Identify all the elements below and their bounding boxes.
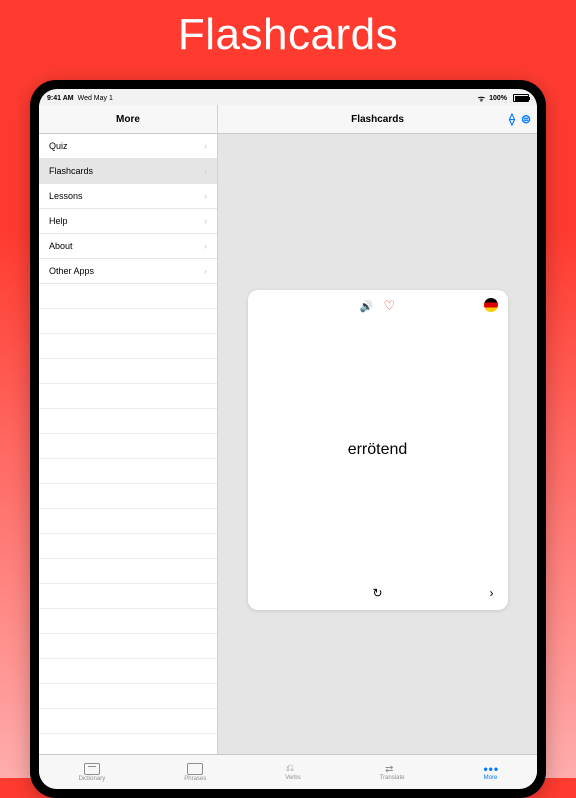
verb-icon: ⎌ [286,764,300,774]
menu-item-flashcards[interactable]: Flashcards › [39,159,217,184]
list-spacer [39,509,217,534]
menu-item-lessons[interactable]: Lessons › [39,184,217,209]
settings-sliders-icon[interactable]: ⟠ [509,112,515,126]
status-time: 9:41 AM [47,95,74,102]
menu-item-label: Lessons [49,191,83,201]
menu-item-about[interactable]: About › [39,234,217,259]
globe-icon[interactable]: ⊜ [521,112,531,126]
list-spacer [39,634,217,659]
tab-verbs[interactable]: ⎌ Verbs [285,764,300,781]
menu-item-other-apps[interactable]: Other Apps › [39,259,217,284]
flashcard-area: 🔊 ♡ errötend ↻ › [218,134,537,754]
refresh-icon[interactable]: ↻ [372,586,382,600]
menu-item-label: About [49,241,73,251]
menu-item-help[interactable]: Help › [39,209,217,234]
left-pane: More Quiz › Flashcards › Lessons › [39,105,218,754]
battery-percent: 100% [489,95,507,102]
hero-title: Flashcards [0,10,576,60]
list-spacer [39,684,217,709]
tab-more[interactable]: ••• More [483,764,497,781]
book-icon [84,763,100,775]
tab-label: Phrases [184,776,206,782]
flashcard[interactable]: 🔊 ♡ errötend ↻ › [248,290,508,610]
list-spacer [39,359,217,384]
screen: 9:41 AM Wed May 1 ᯤ 100% More Quiz › [39,89,537,789]
battery-icon [513,94,529,102]
list-spacer [39,309,217,334]
menu-item-label: Flashcards [49,166,93,176]
right-pane: Flashcards ⟠ ⊜ 🔊 ♡ [218,105,537,754]
flashcard-word: errötend [248,314,508,586]
menu-item-label: Other Apps [49,266,94,276]
list-spacer [39,384,217,409]
chat-icon [187,763,203,775]
right-navbar-title: Flashcards [351,114,404,125]
chevron-right-icon: › [204,241,207,251]
translate-icon: ⇄ [385,764,399,774]
flag-de-icon [484,298,498,312]
next-card-icon[interactable]: › [490,586,494,600]
more-icon: ••• [483,764,497,774]
tablet-frame: 9:41 AM Wed May 1 ᯤ 100% More Quiz › [30,80,546,798]
list-spacer [39,534,217,559]
chevron-right-icon: › [204,191,207,201]
list-spacer [39,459,217,484]
chevron-right-icon: › [204,166,207,176]
tab-label: Translate [380,775,405,781]
list-spacer [39,434,217,459]
menu-item-label: Quiz [49,141,68,151]
list-spacer [39,709,217,734]
card-top: 🔊 ♡ [248,290,508,314]
heart-icon[interactable]: ♡ [384,298,396,314]
list-spacer [39,334,217,359]
list-spacer [39,734,217,754]
chevron-right-icon: › [204,141,207,151]
list-spacer [39,659,217,684]
right-navbar: Flashcards ⟠ ⊜ [218,105,537,134]
tab-dictionary[interactable]: Dictionary [79,763,106,782]
speaker-icon[interactable]: 🔊 [360,300,374,313]
tab-label: Dictionary [79,776,106,782]
chevron-right-icon: › [204,216,207,226]
list-spacer [39,409,217,434]
tab-bar: Dictionary Phrases ⎌ Verbs ⇄ Translate •… [39,754,537,789]
status-date: Wed May 1 [78,95,113,102]
menu-item-label: Help [49,216,68,226]
status-bar: 9:41 AM Wed May 1 ᯤ 100% [39,89,537,105]
wifi-icon: ᯤ [478,93,485,104]
list-spacer [39,584,217,609]
left-navbar: More [39,105,217,134]
list-spacer [39,484,217,509]
chevron-right-icon: › [204,266,207,276]
menu-item-quiz[interactable]: Quiz › [39,134,217,159]
menu-list: Quiz › Flashcards › Lessons › Help › [39,134,217,754]
card-bottom: ↻ › [248,586,508,610]
list-spacer [39,284,217,309]
list-spacer [39,609,217,634]
tab-label: More [484,775,498,781]
tab-label: Verbs [285,775,300,781]
tab-translate[interactable]: ⇄ Translate [380,764,405,781]
tab-phrases[interactable]: Phrases [184,763,206,782]
left-navbar-title: More [116,114,140,125]
list-spacer [39,559,217,584]
